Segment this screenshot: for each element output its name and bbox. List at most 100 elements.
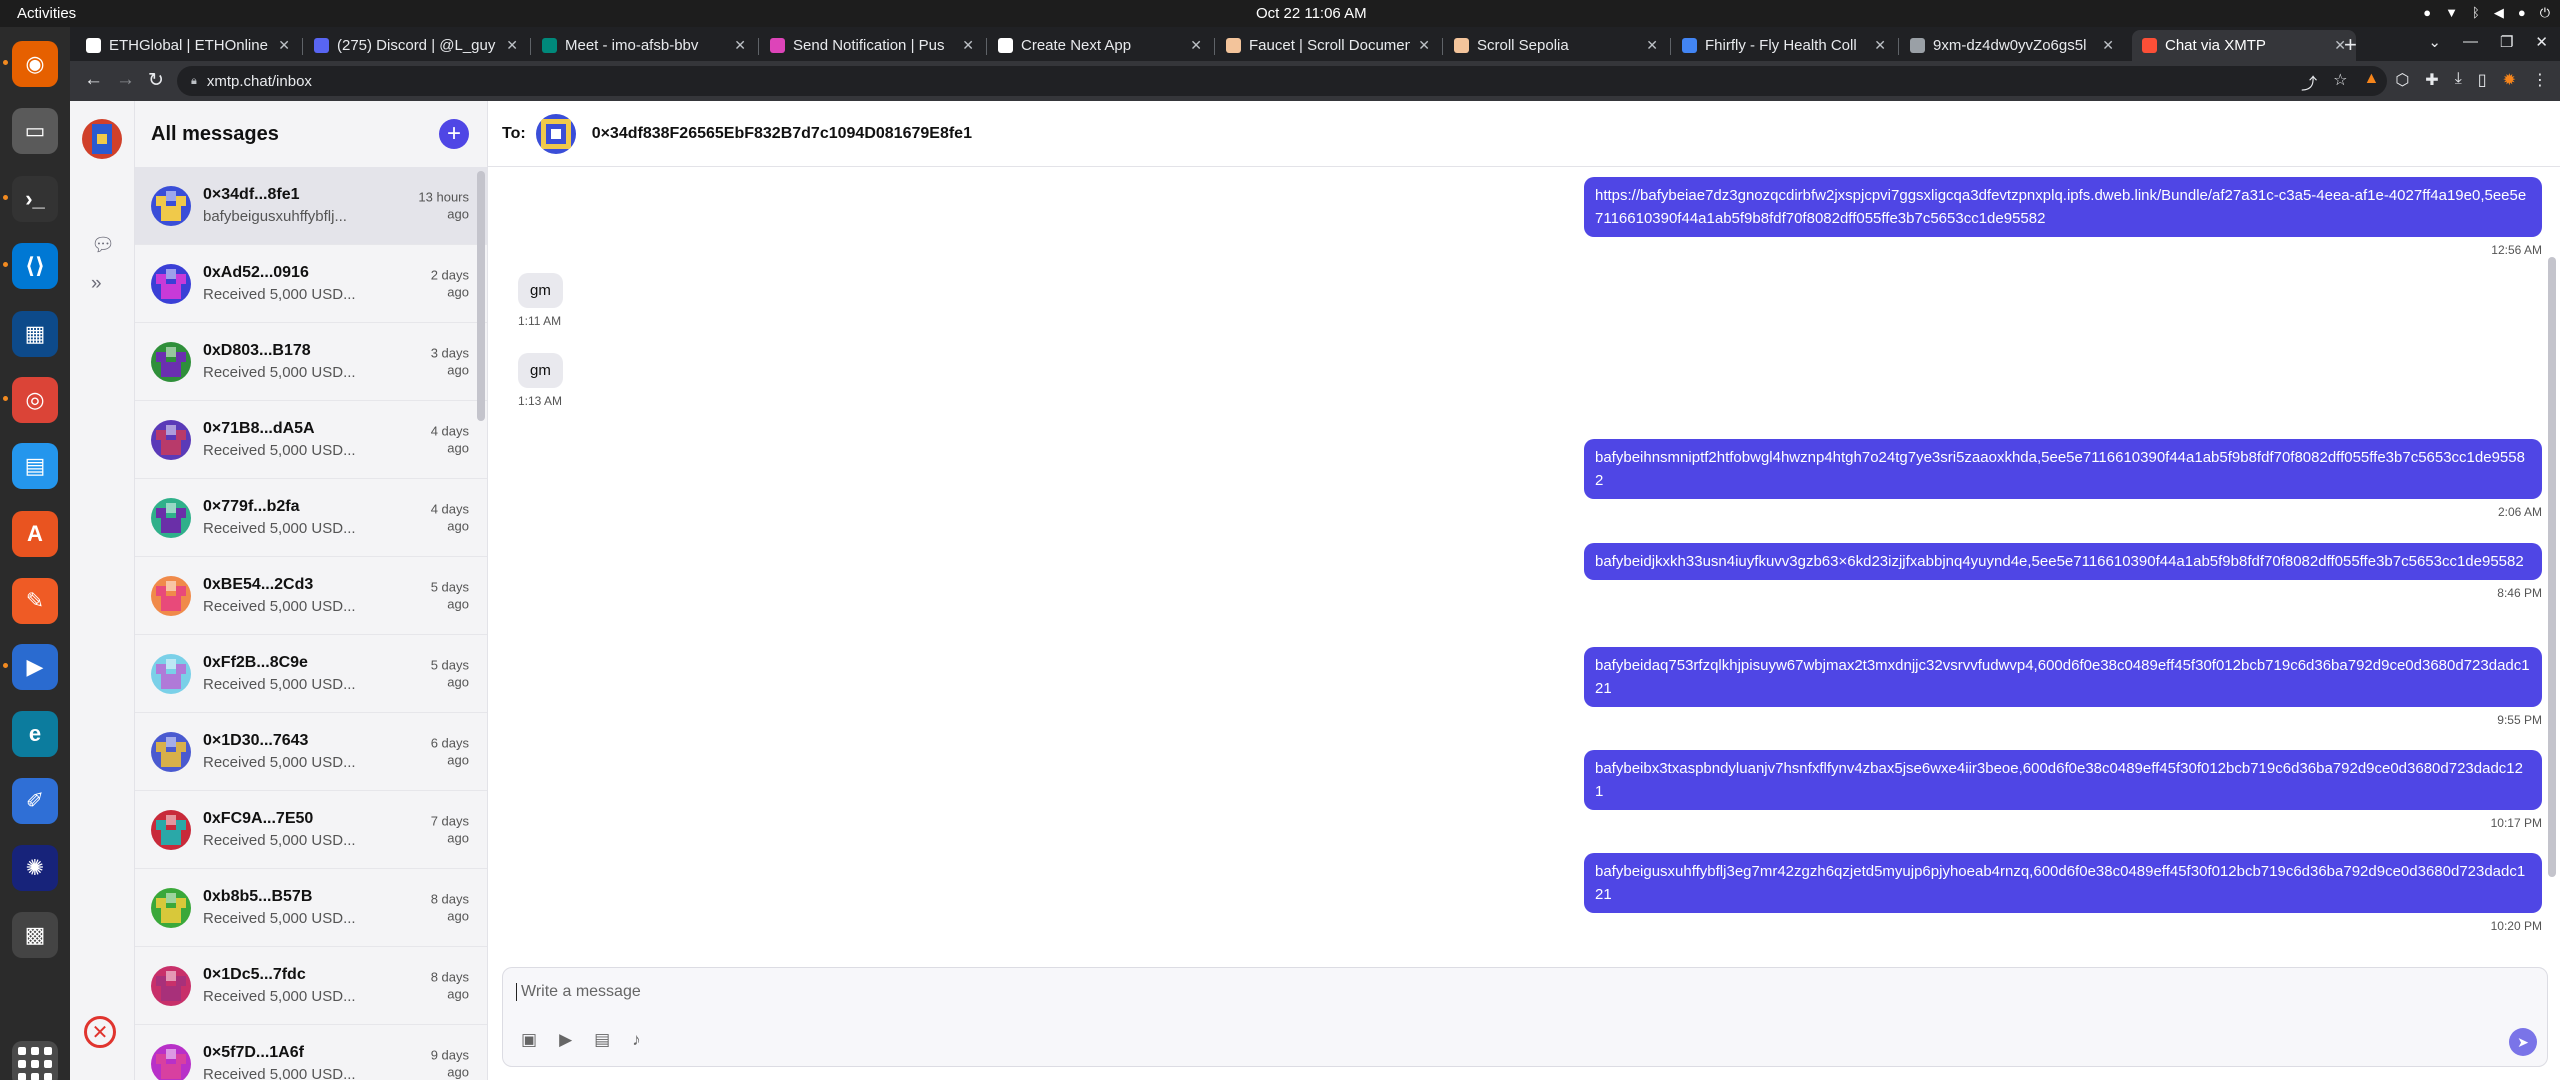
mic-icon[interactable]: ● — [2518, 5, 2526, 21]
conversation-item[interactable]: 0×71B8...dA5A Received 5,000 USD... 4 days… — [135, 401, 487, 479]
files-icon[interactable]: ▭ — [12, 108, 58, 154]
postman-icon[interactable]: ✎ — [12, 578, 58, 624]
browser-tab[interactable]: Chat via XMTP ✕ — [2132, 30, 2356, 61]
edge-icon[interactable]: e — [12, 711, 58, 757]
browser-tab[interactable]: 9xm-dz4dw0yvZo6gs5l ✕ — [1900, 30, 2124, 61]
expand-sidebar-icon[interactable]: » — [91, 273, 102, 295]
browser-tab[interactable]: Scroll Sepolia ✕ — [1444, 30, 1668, 61]
reload-icon[interactable]: ↻ — [148, 69, 164, 92]
tab-close-icon[interactable]: ✕ — [278, 37, 290, 54]
file-attach-icon[interactable]: ▤ — [594, 1030, 610, 1050]
tab-close-icon[interactable]: ✕ — [962, 37, 974, 54]
message-bubble[interactable]: gm — [518, 273, 563, 308]
video-attach-icon[interactable]: ▶ — [559, 1030, 572, 1050]
message-thread-scrollbar[interactable] — [2548, 107, 2556, 987]
conversation-time: 13 hours ago — [418, 188, 469, 222]
message-input[interactable]: Write a message — [516, 983, 641, 1001]
extension-metamask-icon[interactable]: ▲ — [2363, 70, 2379, 94]
message-bubble[interactable]: bafybeibx3txaspbndyluanjv7hsnfxflfynv4zb… — [1584, 750, 2542, 810]
back-icon[interactable]: ← — [84, 69, 103, 91]
qr-app-icon[interactable]: ▩ — [12, 912, 58, 958]
conversation-item[interactable]: 0×5f7D...1A6f Received 5,000 USD... 9 days… — [135, 1025, 487, 1080]
volume-icon[interactable]: ◀ — [2494, 5, 2504, 21]
recipient-address[interactable]: 0×34df838F26565EbF832B7d7c1094D081679E8f… — [592, 125, 972, 143]
conversation-item[interactable]: 0xAd52...0916 Received 5,000 USD... 2 days… — [135, 245, 487, 323]
maximize-icon[interactable]: ❐ — [2500, 33, 2513, 51]
docker-icon[interactable]: ▤ — [12, 443, 58, 489]
bluetooth-icon[interactable]: ᛒ — [2472, 5, 2480, 21]
conversation-avatar — [151, 887, 191, 928]
message-bubble[interactable]: bafybeidaq753rfzqlkhjpisuyw67wbjmax2t3mx… — [1584, 647, 2542, 707]
vscode-icon[interactable]: ⟨⟩ — [3, 243, 58, 289]
app-center-icon[interactable]: A — [12, 511, 58, 557]
tab-search-icon[interactable]: ⌄ — [2428, 33, 2441, 51]
firefox-icon[interactable]: ◉ — [3, 41, 58, 87]
extension-box-icon[interactable]: ⬡ — [2395, 70, 2409, 94]
conversation-list-scrollbar[interactable] — [477, 171, 485, 421]
chat-header: To: 0×34df838F26565EbF832B7d7c1094D08167… — [488, 101, 2560, 167]
chrome-menu-icon[interactable]: ⋮ — [2532, 70, 2548, 94]
tab-close-icon[interactable]: ✕ — [1418, 37, 1430, 54]
minimize-icon[interactable]: — — [2463, 33, 2478, 51]
media-app-icon[interactable]: ▶ — [3, 644, 58, 690]
system-tray[interactable]: ● ▼ ᛒ ◀ ● ⏻ — [2423, 5, 2550, 21]
show-apps-icon[interactable] — [12, 1041, 58, 1080]
messages-icon[interactable]: 💬︎ — [91, 233, 115, 257]
tab-close-icon[interactable]: ✕ — [1874, 37, 1886, 54]
conversation-item[interactable]: 0×1Dc5...7fdc Received 5,000 USD... 8 days… — [135, 947, 487, 1025]
browser-tab[interactable]: Faucet | Scroll Documen ✕ — [1216, 30, 1440, 61]
tab-close-icon[interactable]: ✕ — [1646, 37, 1658, 54]
color-picker-icon[interactable]: ● — [2423, 5, 2431, 21]
message-bubble[interactable]: https://bafybeiae7dz3gnozqcdirbfw2jxspjc… — [1584, 177, 2542, 237]
conversation-item[interactable]: 0×779f...b2fa Received 5,000 USD... 4 days… — [135, 479, 487, 557]
message-bubble[interactable]: bafybeigusxuhffybflj3eg7mr42zgzh6qzjetd5… — [1584, 853, 2542, 913]
text-editor-icon[interactable]: ✐ — [12, 778, 58, 824]
chrome-icon[interactable]: ◎ — [3, 377, 58, 423]
lock-icon[interactable]: 🔒︎ — [191, 75, 197, 88]
message-bubble[interactable]: bafybeihnsmniptf2htfobwgl4hwznp4htgh7o24… — [1584, 439, 2542, 499]
browser-tab[interactable]: Meet - imo-afsb-bbv ✕ — [532, 30, 756, 61]
download-icon[interactable]: ⤓ — [2455, 70, 2462, 94]
browser-tab[interactable]: Create Next App ✕ — [988, 30, 1212, 61]
conversation-item[interactable]: 0×1D30...7643 Received 5,000 USD... 6 days… — [135, 713, 487, 791]
side-panel-icon[interactable]: ▯ — [2478, 70, 2487, 94]
burp-icon[interactable]: ✺ — [12, 845, 58, 891]
conversation-item[interactable]: 0×34df...8fe1 bafybeigusxuhffybflj... 13 h… — [135, 167, 487, 245]
conversation-item[interactable]: 0xFC9A...7E50 Received 5,000 USD... 7 days… — [135, 791, 487, 869]
xmtp-logo-icon[interactable]: ✕ — [84, 1016, 116, 1048]
conversation-item[interactable]: 0xD803...B178 Received 5,000 USD... 3 days… — [135, 323, 487, 401]
browser-tab[interactable]: Send Notification | Pus ✕ — [760, 30, 984, 61]
extensions-puzzle-icon[interactable]: ✚ — [2425, 70, 2438, 94]
tab-close-icon[interactable]: ✕ — [734, 37, 746, 54]
tab-close-icon[interactable]: ✕ — [506, 37, 518, 54]
activities-button[interactable]: Activities — [17, 5, 76, 22]
tab-close-icon[interactable]: ✕ — [1190, 37, 1202, 54]
message-bubble[interactable]: bafybeidjkxkh33usn4iuyfkuvv3gzb63×6kd23i… — [1584, 543, 2542, 580]
conversation-item[interactable]: 0xBE54...2Cd3 Received 5,000 USD... 5 days… — [135, 557, 487, 635]
conversation-item[interactable]: 0xFf2B...8C9e Received 5,000 USD... 5 days… — [135, 635, 487, 713]
power-icon[interactable]: ⏻ — [2540, 5, 2550, 21]
message-bubble[interactable]: gm — [518, 353, 563, 388]
share-icon[interactable]: ⤴ — [2301, 70, 2317, 94]
tiles-app-icon[interactable]: ▦ — [12, 311, 58, 357]
new-conversation-button[interactable]: + — [439, 119, 469, 149]
browser-tab[interactable]: (275) Discord | @L_guy ✕ — [304, 30, 528, 61]
close-window-icon[interactable]: ✕ — [2535, 33, 2548, 51]
system-clock[interactable]: Oct 22 11:06 AM — [1256, 5, 1367, 22]
recipient-avatar[interactable] — [535, 113, 576, 154]
image-attach-icon[interactable]: ▣ — [521, 1030, 537, 1050]
conversation-item[interactable]: 0xb8b5...B57B Received 5,000 USD... 8 days… — [135, 869, 487, 947]
browser-tab[interactable]: Fhirfly - Fly Health Coll ✕ — [1672, 30, 1896, 61]
bookmark-star-icon[interactable]: ☆ — [2333, 70, 2347, 94]
terminal-icon[interactable]: ›_ — [3, 176, 58, 222]
profile-avatar[interactable]: ✹ — [2503, 70, 2516, 94]
forward-icon[interactable]: → — [116, 69, 135, 91]
voice-record-icon[interactable]: ♪ — [632, 1030, 641, 1050]
address-bar[interactable]: 🔒︎ xmtp.chat/inbox — [177, 66, 2387, 96]
tab-close-icon[interactable]: ✕ — [2102, 37, 2114, 54]
wifi-icon[interactable]: ▼ — [2445, 5, 2458, 21]
new-tab-button[interactable]: + — [2344, 32, 2357, 58]
send-button[interactable]: ➤ — [2509, 1028, 2537, 1056]
user-avatar[interactable] — [82, 119, 122, 159]
browser-tab[interactable]: ETHGlobal | ETHOnline ✕ — [76, 30, 300, 61]
